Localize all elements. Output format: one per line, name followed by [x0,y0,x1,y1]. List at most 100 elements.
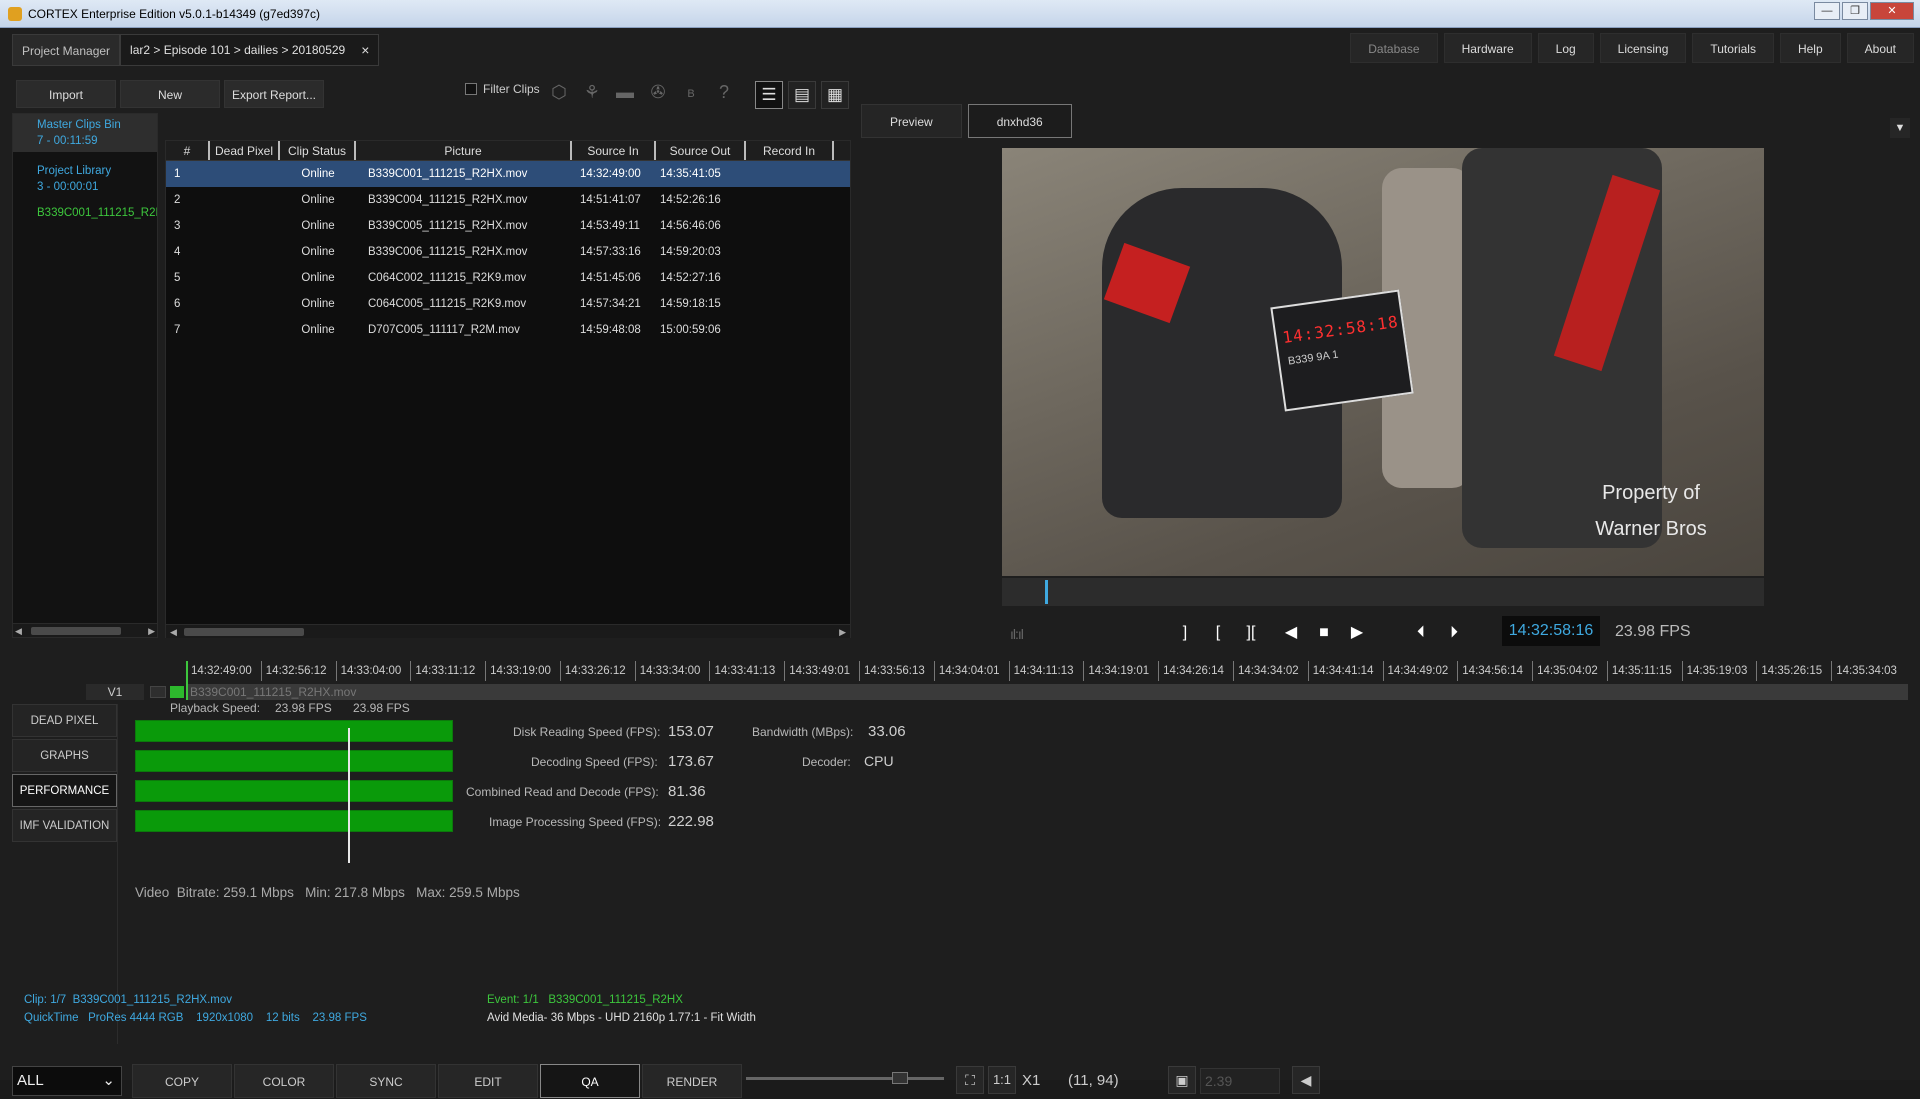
cube-icon[interactable]: ⬡ [548,81,570,103]
tab-color[interactable]: COLOR [234,1064,334,1098]
play-reverse-icon[interactable]: ◀ [1278,620,1304,646]
nav-database[interactable]: Database [1350,33,1438,63]
table-scrollbar[interactable]: ◀ ▶ [166,624,850,638]
tab-dnxhd36[interactable]: dnxhd36 [967,104,1072,138]
mark-in-icon[interactable]: [ [1205,620,1231,646]
step-back-icon[interactable]: ⏴ [1408,620,1434,646]
film-reel-icon[interactable]: ✇ [647,81,669,103]
filter-select[interactable]: ALL ⌄ [12,1066,122,1096]
nav-log[interactable]: Log [1537,33,1594,63]
bin-master-clips[interactable]: Master Clips Bin 7 - 00:11:59 [13,114,157,152]
table-scroll-thumb[interactable] [184,628,304,636]
track-enabled-indicator[interactable] [170,686,184,698]
cell-source-out: 14:35:41:05 [660,168,721,180]
nav-licensing[interactable]: Licensing [1599,33,1687,63]
import-button[interactable]: Import [16,80,116,108]
nav-tutorials[interactable]: Tutorials [1692,33,1774,63]
bins-scroll-thumb[interactable] [31,627,121,635]
tab-copy[interactable]: COPY [132,1064,232,1098]
tab-render[interactable]: RENDER [642,1064,742,1098]
minimize-button[interactable]: — [1814,2,1840,20]
image-speed-value: 222.98 [668,813,714,830]
maximize-button[interactable]: ❐ [1842,2,1868,20]
table-row[interactable]: 5 Online C064C002_111215_R2K9.mov 14:51:45:… [166,265,850,291]
scrub-playhead[interactable] [1045,580,1048,604]
table-row[interactable]: 1 Online B339C001_111215_R2HX.mov 14:32:49:… [166,161,850,187]
tab-dead-pixel[interactable]: DEAD PIXEL [12,704,117,737]
clip-resolution: 1920x1080 [196,1012,254,1024]
aspect-ratio-select[interactable]: 2.39 [1200,1068,1280,1094]
col-source-in[interactable]: Source In [572,141,656,160]
track-toggle[interactable] [150,686,166,698]
table-row[interactable]: 3 Online B339C005_111215_R2HX.mov 14:53:49:… [166,213,850,239]
table-row[interactable]: 4 Online B339C006_111215_R2HX.mov 14:57:33:… [166,239,850,265]
timeline-ruler[interactable]: 14:32:49:00 14:32:56:12 14:33:04:00 14:33:1… [186,661,1906,681]
actual-size-button[interactable]: 1:1 [988,1066,1016,1094]
event-name: B339C001_111215_R2HX [548,994,683,1006]
cell-clip-status: Online [301,272,335,284]
cell-dead-pixel [210,239,280,265]
scroll-left-icon[interactable]: ◀ [15,624,22,638]
close-tab-icon[interactable]: × [361,34,369,66]
mark-out-icon[interactable]: ] [1172,620,1198,646]
step-forward-icon[interactable]: ⏵ [1441,620,1467,646]
track-label[interactable]: V1 [86,684,144,700]
tab-qa[interactable]: QA [540,1064,640,1098]
ruler-tick: 14:33:56:13 [859,661,934,681]
tab-project-manager[interactable]: Project Manager [12,34,121,66]
table-row[interactable]: 2 Online B339C004_111215_R2HX.mov 14:51:41:… [166,187,850,213]
scroll-left-icon[interactable]: ◀ [170,625,177,639]
col-dead-pixel[interactable]: Dead Pixel [210,141,280,160]
col-source-out[interactable]: Source Out [656,141,746,160]
tab-preview[interactable]: Preview [861,104,962,138]
viewer-menu-icon[interactable]: ▼ [1890,118,1910,138]
scroll-right-icon[interactable]: ▶ [839,625,846,639]
event-info: Event: 1/1 B339C001_111215_R2HX Avid Med… [487,991,756,1027]
image-speed-label: Image Processing Speed (FPS): [489,815,662,829]
cell-clip-status: Online [301,324,335,336]
list-view-icon[interactable]: ☰ [755,81,783,109]
help-icon[interactable]: ? [713,81,735,103]
tab-sync[interactable]: SYNC [336,1064,436,1098]
bins-scrollbar[interactable]: ◀ ▶ [13,623,157,637]
new-button[interactable]: New [120,80,220,108]
audio-icon[interactable]: ◀ [1292,1066,1320,1094]
zoom-slider-knob[interactable] [892,1072,908,1084]
grid-view-icon[interactable]: ▦ [821,81,849,109]
table-row[interactable]: 6 Online C064C005_111215_R2K9.mov 14:57:34:… [166,291,850,317]
viewer-scrub-bar[interactable] [1002,578,1764,606]
fit-screen-icon[interactable]: ⛶ [956,1066,984,1094]
close-window-button[interactable]: ✕ [1870,2,1914,20]
col-picture[interactable]: Picture [356,141,572,160]
color-wheels-icon[interactable]: ⚘ [581,81,603,103]
clear-marks-icon[interactable]: ][ [1238,620,1264,646]
scroll-right-icon[interactable]: ▶ [148,624,155,638]
play-icon[interactable]: ▶ [1344,620,1370,646]
b-icon[interactable]: B [680,83,702,105]
filter-clips[interactable]: Filter Clips [465,82,540,96]
col-record-in[interactable]: Record In [746,141,834,160]
tab-imf-validation[interactable]: IMF VALIDATION [12,809,117,842]
nav-help[interactable]: Help [1779,33,1841,63]
nav-hardware[interactable]: Hardware [1443,33,1532,63]
tab-graphs[interactable]: GRAPHS [12,739,117,772]
detail-view-icon[interactable]: ▤ [788,81,816,109]
timecode-display[interactable]: 14:32:58:16 [1502,616,1600,646]
bin-project-library[interactable]: Project Library 3 - 00:00:01 [13,160,157,198]
nav-about[interactable]: About [1846,33,1914,63]
col-number[interactable]: # [166,141,210,160]
clapper-icon[interactable]: ▬ [614,81,636,103]
tab-dailies[interactable]: lar2 > Episode 101 > dailies > 20180529 … [120,34,380,66]
col-clip-status[interactable]: Clip Status [280,141,356,160]
tab-edit[interactable]: EDIT [438,1064,538,1098]
table-row[interactable]: 7 Online D707C005_111117_R2M.mov 14:59:48:0… [166,317,850,343]
bin-clip-item[interactable]: B339C001_111215_R2HX [13,202,157,224]
filter-clips-checkbox[interactable] [465,83,477,95]
aspect-toggle-icon[interactable]: ▣ [1168,1066,1196,1094]
tab-performance[interactable]: PERFORMANCE [12,774,117,807]
timeline-clip[interactable]: B339C001_111215_R2HX.mov [186,684,1908,700]
stop-icon[interactable]: ■ [1311,620,1337,646]
timeline-playhead[interactable] [186,661,188,700]
audio-meter-icon[interactable]: ıl:ıl [1010,626,1024,642]
export-report-button[interactable]: Export Report... [224,80,324,108]
